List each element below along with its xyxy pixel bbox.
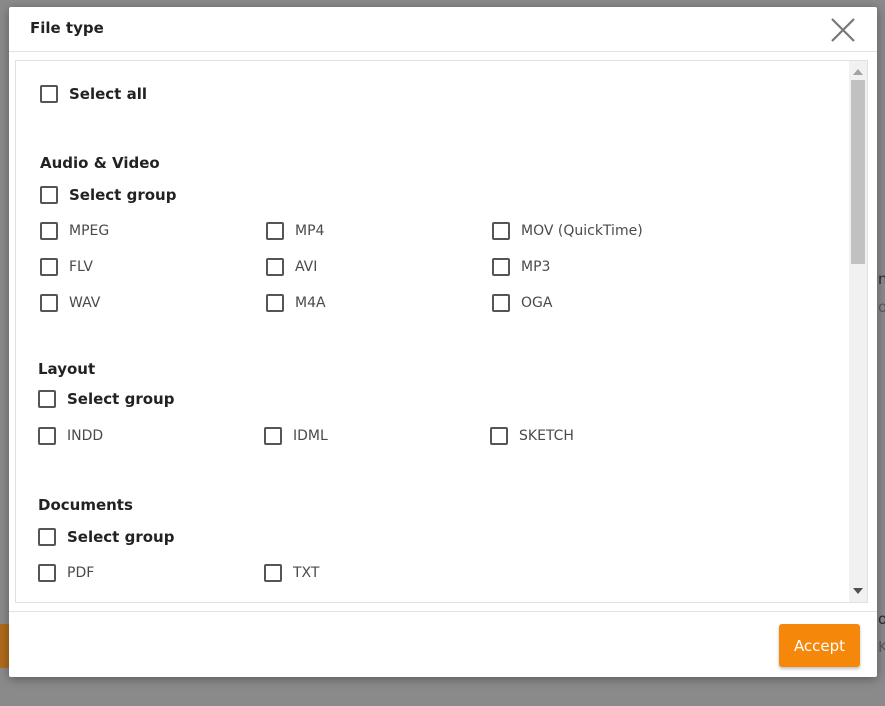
group-title-documents: Documents: [38, 496, 133, 514]
checkbox-box[interactable]: [492, 222, 510, 240]
option-label: TXT: [293, 565, 320, 581]
checkbox-box[interactable]: [38, 427, 56, 445]
checkbox-box[interactable]: [266, 222, 284, 240]
checkbox-box[interactable]: [38, 390, 56, 408]
option-label: OGA: [521, 295, 553, 311]
checkbox-box[interactable]: [266, 294, 284, 312]
checkbox-box[interactable]: [266, 258, 284, 276]
background-fragment: ol: [878, 298, 885, 316]
close-icon: [831, 18, 855, 42]
option-label: AVI: [295, 259, 318, 275]
option-label: PDF: [67, 565, 95, 581]
option-label: WAV: [69, 295, 101, 311]
checkbox-box[interactable]: [38, 528, 56, 546]
group-title-audio-video: Audio & Video: [40, 154, 160, 172]
select-group-label: Select group: [69, 186, 177, 204]
checkbox-box[interactable]: [40, 258, 58, 276]
checkbox-box[interactable]: [40, 294, 58, 312]
checkbox-avi[interactable]: AVI: [266, 256, 317, 278]
select-group-label: Select group: [67, 390, 175, 408]
checkbox-mov[interactable]: MOV (QuickTime): [492, 220, 643, 242]
option-label: INDD: [67, 428, 104, 444]
group-title-layout: Layout: [38, 360, 96, 378]
checkbox-oga[interactable]: OGA: [492, 292, 552, 314]
background-fragment: n: [878, 270, 885, 288]
option-label: FLV: [69, 259, 93, 275]
background-fragment: K: [878, 638, 885, 656]
select-group-documents[interactable]: Select group: [38, 526, 174, 548]
checkbox-idml[interactable]: IDML: [264, 425, 328, 447]
option-label: M4A: [295, 295, 326, 311]
close-button[interactable]: [828, 15, 858, 45]
background-orange-button: [0, 624, 9, 668]
checkbox-pdf[interactable]: PDF: [38, 562, 94, 584]
option-label: MOV (QuickTime): [521, 223, 643, 239]
scroll-up-icon[interactable]: [853, 69, 863, 75]
select-all-checkbox[interactable]: Select all: [40, 83, 147, 105]
checkbox-wav[interactable]: WAV: [40, 292, 100, 314]
checkbox-mp4[interactable]: MP4: [266, 220, 324, 242]
checkbox-mp3[interactable]: MP3: [492, 256, 550, 278]
file-type-list-content: Select all Audio & Video Select group MP…: [16, 61, 851, 602]
checkbox-box[interactable]: [40, 186, 58, 204]
checkbox-box[interactable]: [264, 564, 282, 582]
vertical-scrollbar[interactable]: [849, 61, 867, 602]
checkbox-box[interactable]: [490, 427, 508, 445]
checkbox-sketch[interactable]: SKETCH: [490, 425, 574, 447]
checkbox-box[interactable]: [40, 222, 58, 240]
checkbox-indd[interactable]: INDD: [38, 425, 103, 447]
checkbox-box[interactable]: [264, 427, 282, 445]
checkbox-box[interactable]: [40, 85, 58, 103]
checkbox-mpeg[interactable]: MPEG: [40, 220, 109, 242]
select-group-audio-video[interactable]: Select group: [40, 184, 176, 206]
dialog-header: File type: [9, 7, 877, 52]
checkbox-m4a[interactable]: M4A: [266, 292, 326, 314]
checkbox-box[interactable]: [492, 258, 510, 276]
scroll-down-icon[interactable]: [853, 588, 863, 594]
checkbox-box[interactable]: [38, 564, 56, 582]
accept-button[interactable]: Accept: [779, 624, 860, 667]
file-type-dialog: File type Select all Audio & Video Selec…: [9, 7, 877, 677]
checkbox-box[interactable]: [492, 294, 510, 312]
dialog-title: File type: [30, 19, 104, 37]
option-label: MP4: [295, 223, 325, 239]
option-label: MP3: [521, 259, 551, 275]
background-fragment: ol: [878, 610, 885, 628]
option-label: MPEG: [69, 223, 110, 239]
scrollbar-thumb[interactable]: [851, 80, 865, 264]
select-group-layout[interactable]: Select group: [38, 388, 174, 410]
file-type-list: Select all Audio & Video Select group MP…: [15, 60, 868, 603]
option-label: SKETCH: [519, 428, 574, 444]
select-all-label: Select all: [69, 85, 147, 103]
option-label: IDML: [293, 428, 328, 444]
checkbox-flv[interactable]: FLV: [40, 256, 93, 278]
dialog-footer: Accept: [9, 611, 877, 678]
select-group-label: Select group: [67, 528, 175, 546]
checkbox-txt[interactable]: TXT: [264, 562, 319, 584]
